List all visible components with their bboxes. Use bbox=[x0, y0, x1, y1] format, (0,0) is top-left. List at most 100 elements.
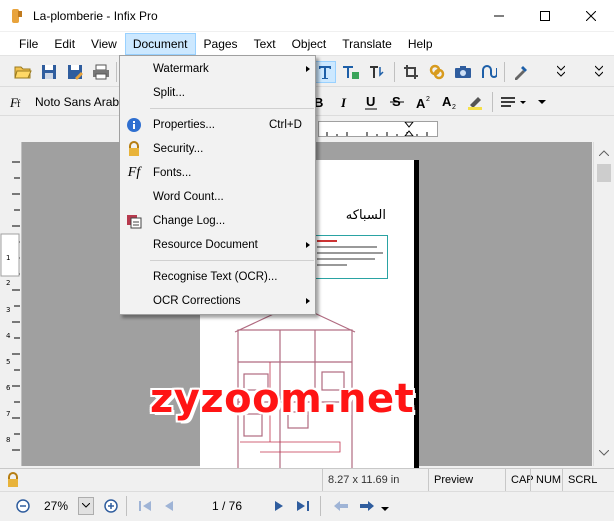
menu-text[interactable]: Text bbox=[246, 33, 284, 55]
menu-pages[interactable]: Pages bbox=[196, 33, 246, 55]
font-icon-button[interactable]: Ff bbox=[6, 91, 28, 113]
history-back-button[interactable] bbox=[330, 495, 352, 517]
title-bar: La-plomberie - Infix Pro bbox=[0, 0, 614, 31]
text-flow-button[interactable] bbox=[366, 61, 388, 83]
svg-text:f: f bbox=[17, 99, 21, 110]
menu-item-label: Fonts... bbox=[153, 167, 192, 179]
document-menu: Watermark Split... Properties... Ctrl+D … bbox=[119, 55, 316, 315]
menu-item-recognise-text[interactable]: Recognise Text (OCR)... bbox=[121, 265, 315, 289]
last-page-icon bbox=[297, 501, 309, 511]
zoom-in-button[interactable] bbox=[100, 495, 122, 517]
first-page-icon bbox=[139, 501, 151, 511]
strikethrough-button[interactable]: S bbox=[386, 91, 408, 113]
submenu-arrow-icon bbox=[306, 242, 310, 248]
maximize-button[interactable] bbox=[522, 0, 568, 31]
svg-text:3: 3 bbox=[6, 306, 10, 314]
zoom-level[interactable]: 27% bbox=[44, 492, 68, 520]
open-button[interactable] bbox=[12, 61, 34, 83]
underline-button[interactable]: U bbox=[360, 91, 382, 113]
window-title: La-plomberie - Infix Pro bbox=[33, 8, 158, 23]
chevron-down-icon bbox=[381, 507, 389, 511]
menu-item-ocr-corrections[interactable]: OCR Corrections bbox=[121, 289, 315, 313]
toolbar-overflow-button[interactable] bbox=[554, 61, 568, 83]
menu-item-label: Recognise Text (OCR)... bbox=[153, 271, 278, 283]
alignment-dropdown[interactable] bbox=[498, 91, 528, 113]
navbar-separator bbox=[126, 496, 127, 516]
menu-translate[interactable]: Translate bbox=[334, 33, 400, 55]
menu-document[interactable]: Document bbox=[124, 32, 196, 55]
menu-item-change-log[interactable]: Change Log... bbox=[121, 209, 315, 233]
chevron-down-icon bbox=[538, 100, 546, 104]
path-tool-icon bbox=[482, 65, 497, 78]
submenu-arrow-icon bbox=[306, 298, 310, 304]
menu-item-properties[interactable]: Properties... Ctrl+D bbox=[121, 113, 315, 137]
svg-text:2: 2 bbox=[452, 104, 456, 110]
highlight-button[interactable] bbox=[464, 91, 486, 113]
font-name-field[interactable]: Noto Sans Arabic bbox=[30, 92, 122, 112]
text-flow-icon bbox=[370, 66, 384, 78]
subscript-button[interactable]: A2 bbox=[438, 91, 460, 113]
menu-object[interactable]: Object bbox=[284, 33, 335, 55]
previous-page-button[interactable] bbox=[158, 495, 180, 517]
menu-item-resource-document[interactable]: Resource Document bbox=[121, 233, 315, 257]
underline-icon: U bbox=[365, 94, 377, 110]
fonts-icon: Ff bbox=[127, 165, 141, 180]
minimize-icon bbox=[494, 15, 504, 16]
menu-view[interactable]: View bbox=[83, 33, 125, 55]
text-frame[interactable] bbox=[312, 235, 388, 279]
path-tool-button[interactable] bbox=[478, 61, 500, 83]
scroll-lock-indicator: SCRL bbox=[562, 469, 598, 491]
subscript-icon: A2 bbox=[442, 94, 456, 110]
last-page-button[interactable] bbox=[292, 495, 314, 517]
next-page-button[interactable] bbox=[268, 495, 290, 517]
menu-item-label: Watermark bbox=[153, 63, 209, 75]
navbar-separator bbox=[320, 496, 321, 516]
image-capture-button[interactable] bbox=[452, 61, 474, 83]
menu-file[interactable]: File bbox=[11, 33, 46, 55]
chevron-down-icon bbox=[557, 65, 565, 77]
menu-item-security[interactable]: Security... bbox=[121, 137, 315, 161]
save-as-icon bbox=[68, 65, 83, 80]
menu-separator bbox=[150, 260, 314, 261]
scrollbar-thumb[interactable] bbox=[597, 164, 611, 182]
link-button[interactable] bbox=[426, 61, 448, 83]
menu-help[interactable]: Help bbox=[400, 33, 441, 55]
eyedropper-button[interactable] bbox=[510, 61, 532, 83]
menu-item-label: Change Log... bbox=[153, 215, 226, 227]
page-heading[interactable]: السباكه bbox=[346, 208, 386, 223]
next-page-icon bbox=[275, 501, 283, 511]
print-button[interactable] bbox=[90, 61, 112, 83]
link-icon bbox=[429, 64, 445, 80]
format-overflow-button[interactable] bbox=[536, 91, 548, 113]
menu-item-fonts[interactable]: Ff Fonts... bbox=[121, 161, 315, 185]
menu-item-label: OCR Corrections bbox=[153, 295, 241, 307]
history-forward-button[interactable] bbox=[356, 495, 378, 517]
save-as-button[interactable] bbox=[64, 61, 86, 83]
menu-item-watermark[interactable]: Watermark bbox=[121, 57, 315, 81]
zoom-out-button[interactable] bbox=[12, 495, 34, 517]
page-indicator[interactable]: 1 / 76 bbox=[212, 492, 242, 520]
superscript-icon: A2 bbox=[416, 96, 430, 110]
zoom-dropdown[interactable] bbox=[78, 497, 94, 515]
insert-text-button[interactable] bbox=[340, 61, 362, 83]
italic-button[interactable]: I bbox=[334, 91, 356, 113]
svg-text:1: 1 bbox=[6, 254, 10, 262]
toolbar-overflow-button-2[interactable] bbox=[592, 61, 606, 83]
menu-edit[interactable]: Edit bbox=[46, 33, 83, 55]
superscript-button[interactable]: A2 bbox=[412, 91, 434, 113]
menu-item-word-count[interactable]: Word Count... bbox=[121, 185, 315, 209]
menu-item-split[interactable]: Split... bbox=[121, 81, 315, 105]
svg-text:8: 8 bbox=[6, 436, 10, 444]
vertical-scrollbar[interactable] bbox=[593, 142, 614, 466]
menu-item-label: Security... bbox=[153, 143, 204, 155]
svg-text:A: A bbox=[416, 96, 426, 110]
close-button[interactable] bbox=[568, 0, 614, 31]
first-page-button[interactable] bbox=[134, 495, 156, 517]
history-dropdown[interactable] bbox=[380, 498, 390, 520]
crop-button[interactable] bbox=[400, 61, 422, 83]
text-tool-button[interactable] bbox=[314, 61, 336, 83]
save-button[interactable] bbox=[38, 61, 60, 83]
maximize-icon bbox=[540, 10, 550, 21]
minimize-button[interactable] bbox=[476, 0, 522, 31]
close-icon bbox=[586, 10, 596, 21]
